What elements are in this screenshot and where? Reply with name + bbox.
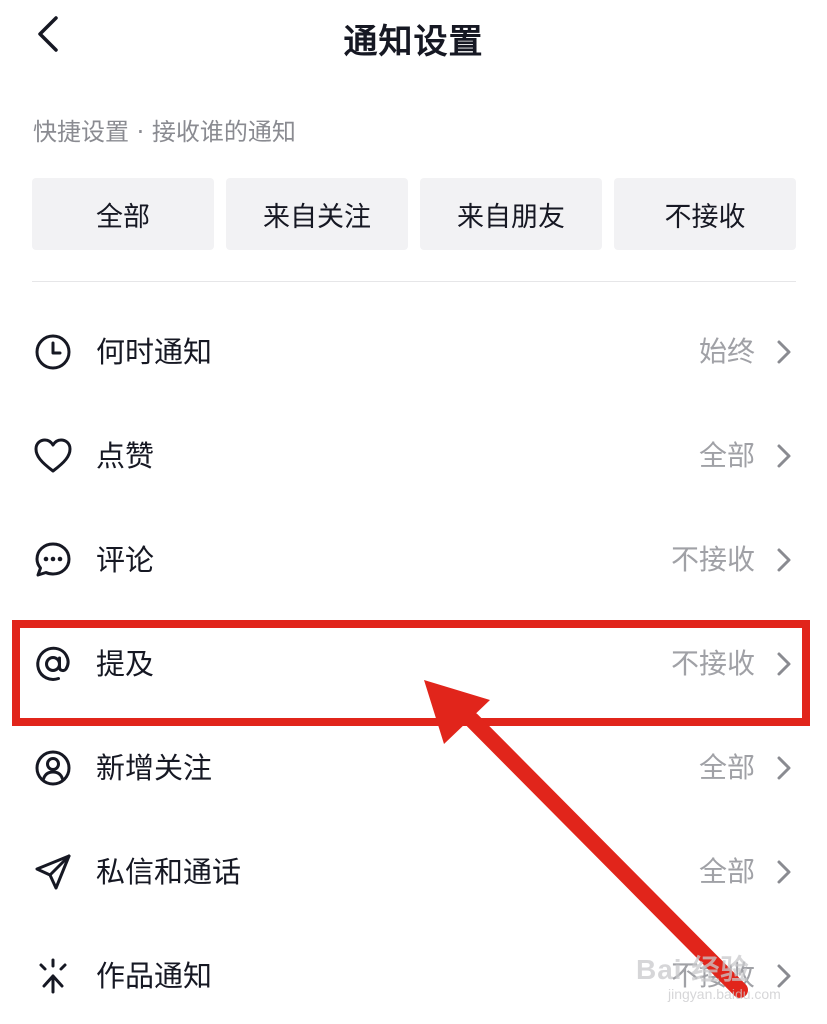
at-icon — [36, 646, 70, 681]
quick-settings-options: 全部 来自关注 来自朋友 不接收 — [32, 178, 796, 250]
setting-row-messages-calls[interactable]: 私信和通话 全部 — [0, 820, 827, 924]
quick-option-friends[interactable]: 来自朋友 — [420, 178, 602, 250]
chevron-right-icon — [777, 964, 791, 988]
setting-row-comments[interactable]: 评论 不接收 — [0, 508, 827, 612]
setting-label: 提及 — [96, 647, 155, 681]
setting-row-mentions[interactable]: 提及 不接收 — [0, 612, 827, 716]
setting-value: 不接收 — [670, 647, 755, 680]
sparkle-icon — [39, 958, 67, 994]
setting-label: 点赞 — [96, 439, 155, 473]
setting-row-new-followers[interactable]: 新增关注 全部 — [0, 716, 827, 820]
chevron-right-icon — [777, 652, 791, 676]
send-icon — [35, 854, 71, 890]
setting-value: 始终 — [698, 335, 755, 368]
setting-label: 作品通知 — [96, 959, 213, 993]
setting-row-works[interactable]: 作品通知 不接收 — [0, 924, 827, 1024]
user-icon — [35, 750, 71, 786]
page-title: 通知设置 — [343, 22, 484, 62]
navigation-bar: 通知设置 — [0, 0, 827, 72]
chevron-right-icon — [777, 756, 791, 780]
divider — [32, 281, 796, 282]
quick-option-following[interactable]: 来自关注 — [226, 178, 408, 250]
setting-row-likes[interactable]: 点赞 全部 — [0, 404, 827, 508]
setting-label: 何时通知 — [96, 335, 213, 369]
clock-icon — [35, 334, 71, 370]
chevron-right-icon — [777, 860, 791, 884]
setting-value: 全部 — [698, 439, 755, 472]
heart-icon — [34, 438, 72, 473]
setting-value: 全部 — [698, 855, 755, 888]
chevron-right-icon — [777, 340, 791, 364]
comment-icon — [35, 542, 71, 577]
setting-label: 私信和通话 — [96, 855, 242, 889]
quick-settings-label: 快捷设置 · 接收谁的通知 — [33, 118, 296, 146]
setting-label: 评论 — [96, 543, 155, 577]
setting-value: 全部 — [698, 751, 755, 784]
chevron-right-icon — [777, 548, 791, 572]
setting-label: 新增关注 — [96, 751, 213, 785]
setting-row-when-notify[interactable]: 何时通知 始终 — [0, 300, 827, 404]
quick-option-none[interactable]: 不接收 — [614, 178, 796, 250]
setting-value: 不接收 — [670, 543, 755, 576]
quick-option-all[interactable]: 全部 — [32, 178, 214, 250]
chevron-right-icon — [777, 444, 791, 468]
setting-value: 不接收 — [670, 959, 755, 992]
